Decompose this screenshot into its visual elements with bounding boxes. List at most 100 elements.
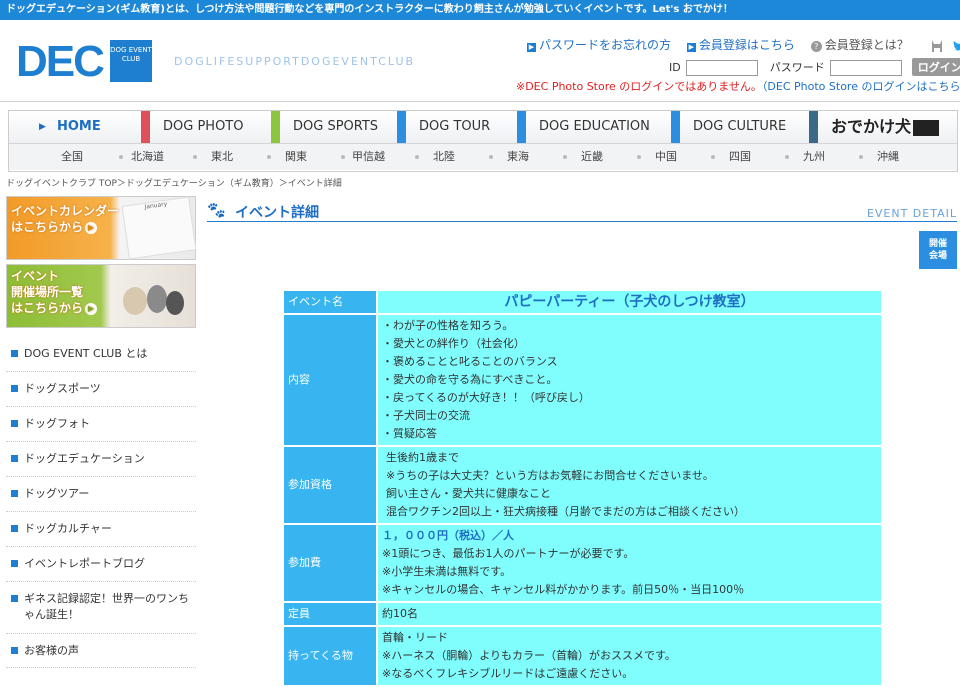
bullet-icon bbox=[11, 595, 18, 602]
sidebar-label: ドッグツアー bbox=[24, 487, 90, 500]
odekake-logo[interactable]: おでかけ犬 bbox=[831, 115, 940, 139]
nav-color-bar bbox=[809, 111, 818, 143]
content-line: ・子犬同士の交流 bbox=[382, 409, 470, 422]
nav-dog-tour[interactable]: DOG TOUR bbox=[397, 111, 517, 143]
nav-dog-education-label: DOG EDUCATION bbox=[539, 119, 650, 134]
sidebar-item-dog-photo[interactable]: ドッグフォト bbox=[6, 407, 196, 442]
separator-dot bbox=[711, 155, 715, 159]
banner-line: 開催場所一覧 bbox=[11, 285, 84, 299]
paw-icon: 🐾 bbox=[207, 201, 226, 219]
bullet-icon bbox=[11, 385, 18, 392]
sidebar-item-customer-voice[interactable]: お客様の声 bbox=[6, 634, 196, 668]
odekake-badge bbox=[913, 119, 940, 136]
page-title: 🐾 イベント詳細 EVENT DETAIL bbox=[207, 201, 957, 222]
region-kinki[interactable]: 近畿 bbox=[581, 144, 603, 170]
dog-icon[interactable] bbox=[929, 38, 945, 54]
row-label: 定員 bbox=[284, 603, 376, 625]
twitter-icon[interactable] bbox=[952, 38, 960, 54]
event-content: ・わが子の性格を知ろう。 ・愛犬との絆作り（社会化） ・褒めることと叱ることのバ… bbox=[376, 315, 881, 445]
region-kanto[interactable]: 関東 bbox=[285, 144, 307, 170]
region-hokuriku[interactable]: 北陸 bbox=[433, 144, 455, 170]
venue-button-line: 会場 bbox=[928, 251, 947, 261]
row-label: 参加資格 bbox=[284, 447, 376, 523]
content-line: 混合ワクチン2回以上・狂犬病接種（月齢でまだの方はご相談ください） bbox=[386, 505, 745, 518]
separator-dot bbox=[785, 155, 789, 159]
sidebar-item-dog-sports[interactable]: ドッグスポーツ bbox=[6, 372, 196, 407]
notice-warning: ※DEC Photo Store のログインではありません。 bbox=[516, 80, 762, 93]
id-input[interactable] bbox=[686, 60, 759, 76]
nav-dog-sports[interactable]: DOG SPORTS bbox=[271, 111, 397, 143]
nav-dog-culture-label: DOG CULTURE bbox=[693, 119, 787, 134]
breadcrumb[interactable]: ドッグイベントクラブ TOP＞ドッグエデュケーション（ギム教育）＞イベント詳細 bbox=[6, 176, 342, 189]
nav-dog-education[interactable]: DOG EDUCATION bbox=[517, 111, 671, 143]
content-line: ・愛犬の命を守る為にすべきこと。 bbox=[382, 373, 558, 386]
region-tohoku[interactable]: 東北 bbox=[211, 144, 233, 170]
banner-line: はこちらから bbox=[11, 301, 84, 315]
dec-logo[interactable]: DEC DOG EVENT CLUB bbox=[16, 40, 156, 84]
content-line: ・わが子の性格を知ろう。 bbox=[382, 319, 514, 332]
sidebar-item-report-blog[interactable]: イベントレポートブログ bbox=[6, 547, 196, 582]
venue-button[interactable]: 開催 会場 bbox=[919, 231, 957, 269]
banner-line: イベント bbox=[11, 269, 60, 283]
sidebar-item-dog-tour[interactable]: ドッグツアー bbox=[6, 477, 196, 512]
sidebar-menu: DOG EVENT CLUB とは ドッグスポーツ ドッグフォト ドッグエデュケ… bbox=[6, 338, 196, 668]
separator-dot bbox=[267, 155, 271, 159]
separator-dot bbox=[637, 155, 641, 159]
forgot-password-link[interactable]: ▶ パスワードをお忘れの方 bbox=[527, 38, 671, 52]
nav-dog-photo[interactable]: DOG PHOTO bbox=[141, 111, 271, 143]
help-icon: ? bbox=[810, 41, 822, 52]
register-link[interactable]: ▶ 会員登録はこちら bbox=[686, 38, 795, 52]
table-row: 内容 ・わが子の性格を知ろう。 ・愛犬との絆作り（社会化） ・褒めることと叱るこ… bbox=[284, 315, 881, 445]
sidebar-item-dog-culture[interactable]: ドッグカルチャー bbox=[6, 512, 196, 547]
sidebar-label: ドッグカルチャー bbox=[24, 522, 112, 535]
sidebar-label: ドッグフォト bbox=[24, 417, 90, 430]
region-shikoku[interactable]: 四国 bbox=[729, 144, 751, 170]
what-is-membership-link[interactable]: ? 会員登録とは？ bbox=[810, 38, 909, 52]
table-row: 参加費 １，０００円（税込）／人 ※1頭につき、最低お1人のパートナーが必要です… bbox=[284, 525, 881, 601]
event-detail-table: イベント名 パピーパーティー（子犬のしつけ教室） 内容 ・わが子の性格を知ろう。… bbox=[284, 289, 881, 687]
top-announcement-bar: ドッグエデュケーション(ギム教育)とは、しつけ方法や問題行動などを専門のインスト… bbox=[0, 0, 960, 20]
event-calendar-banner[interactable]: January イベントカレンダー はこちらから ▶ bbox=[6, 196, 197, 260]
site-tagline: DOGLIFESUPPORTDOGEVENTCLUB bbox=[174, 55, 416, 68]
content-line: ・質疑応答 bbox=[382, 427, 437, 440]
table-row: イベント名 パピーパーティー（子犬のしつけ教室） bbox=[284, 291, 881, 313]
sidebar-item-dog-education[interactable]: ドッグエデュケーション bbox=[6, 442, 196, 477]
region-nav: 全国 北海道 東北 関東 甲信越 北陸 東海 近畿 中国 四国 九州 沖縄 bbox=[9, 144, 957, 170]
region-okinawa[interactable]: 沖縄 bbox=[877, 144, 899, 170]
dogs-image bbox=[123, 285, 184, 315]
region-hokkaido[interactable]: 北海道 bbox=[131, 144, 164, 170]
region-kyushu[interactable]: 九州 bbox=[803, 144, 825, 170]
sidebar-item-guinness[interactable]: ギネス記録認定！世界一のワンちゃん誕生！ bbox=[6, 582, 196, 634]
separator-dot bbox=[563, 155, 567, 159]
photo-store-login-link[interactable]: （DEC Photo Store のログインはこちら） bbox=[762, 80, 960, 93]
content-line: ・愛犬との絆作り（社会化） bbox=[382, 337, 525, 350]
register-label: 会員登録はこちら bbox=[698, 38, 795, 52]
nav-home[interactable]: ▶ HOME bbox=[9, 111, 141, 143]
content-line: 飼い主さん・愛犬共に健康なこと bbox=[386, 487, 551, 500]
nav-color-bar bbox=[671, 111, 680, 143]
content-line: ※うちの子は大丈夫？という方はお気軽にお問合せくださいませ。 bbox=[386, 469, 714, 482]
banner-line: はこちらから bbox=[11, 220, 84, 234]
content-line: ・褒めることと叱ることのバランス bbox=[382, 355, 558, 368]
calendar-image: January bbox=[121, 196, 197, 260]
event-qualification: 生後約1歳まで ※うちの子は大丈夫？という方はお気軽にお問合せくださいませ。 飼… bbox=[376, 447, 881, 523]
header-divider bbox=[0, 101, 960, 102]
row-label: 内容 bbox=[284, 315, 376, 445]
event-bring: 首輪・リード ※ハーネス（胴輪）よりもカラー（首輪）がおススメです。 ※なるべく… bbox=[376, 627, 881, 685]
region-koshinetsu[interactable]: 甲信越 bbox=[352, 144, 385, 170]
sidebar-item-about[interactable]: DOG EVENT CLUB とは bbox=[6, 338, 196, 372]
login-button[interactable]: ログイン bbox=[911, 58, 960, 76]
content-line: ※ハーネス（胴輪）よりもカラー（首輪）がおススメです。 bbox=[382, 649, 676, 662]
venue-list-banner[interactable]: イベント 開催場所一覧 はこちらから ▶ bbox=[6, 264, 196, 328]
forgot-password-label: パスワードをお忘れの方 bbox=[539, 38, 672, 52]
nav-dog-tour-label: DOG TOUR bbox=[419, 119, 491, 134]
password-label: パスワード bbox=[769, 61, 825, 74]
sidebar-label: ドッグスポーツ bbox=[24, 382, 101, 395]
nav-dog-culture[interactable]: DOG CULTURE bbox=[671, 111, 809, 143]
password-input[interactable] bbox=[830, 60, 903, 76]
table-row: 定員 約10名 bbox=[284, 603, 881, 625]
region-zenkoku[interactable]: 全国 bbox=[61, 144, 83, 170]
region-tokai[interactable]: 東海 bbox=[507, 144, 529, 170]
page-title-english: EVENT DETAIL bbox=[866, 207, 957, 220]
region-chugoku[interactable]: 中国 bbox=[655, 144, 677, 170]
